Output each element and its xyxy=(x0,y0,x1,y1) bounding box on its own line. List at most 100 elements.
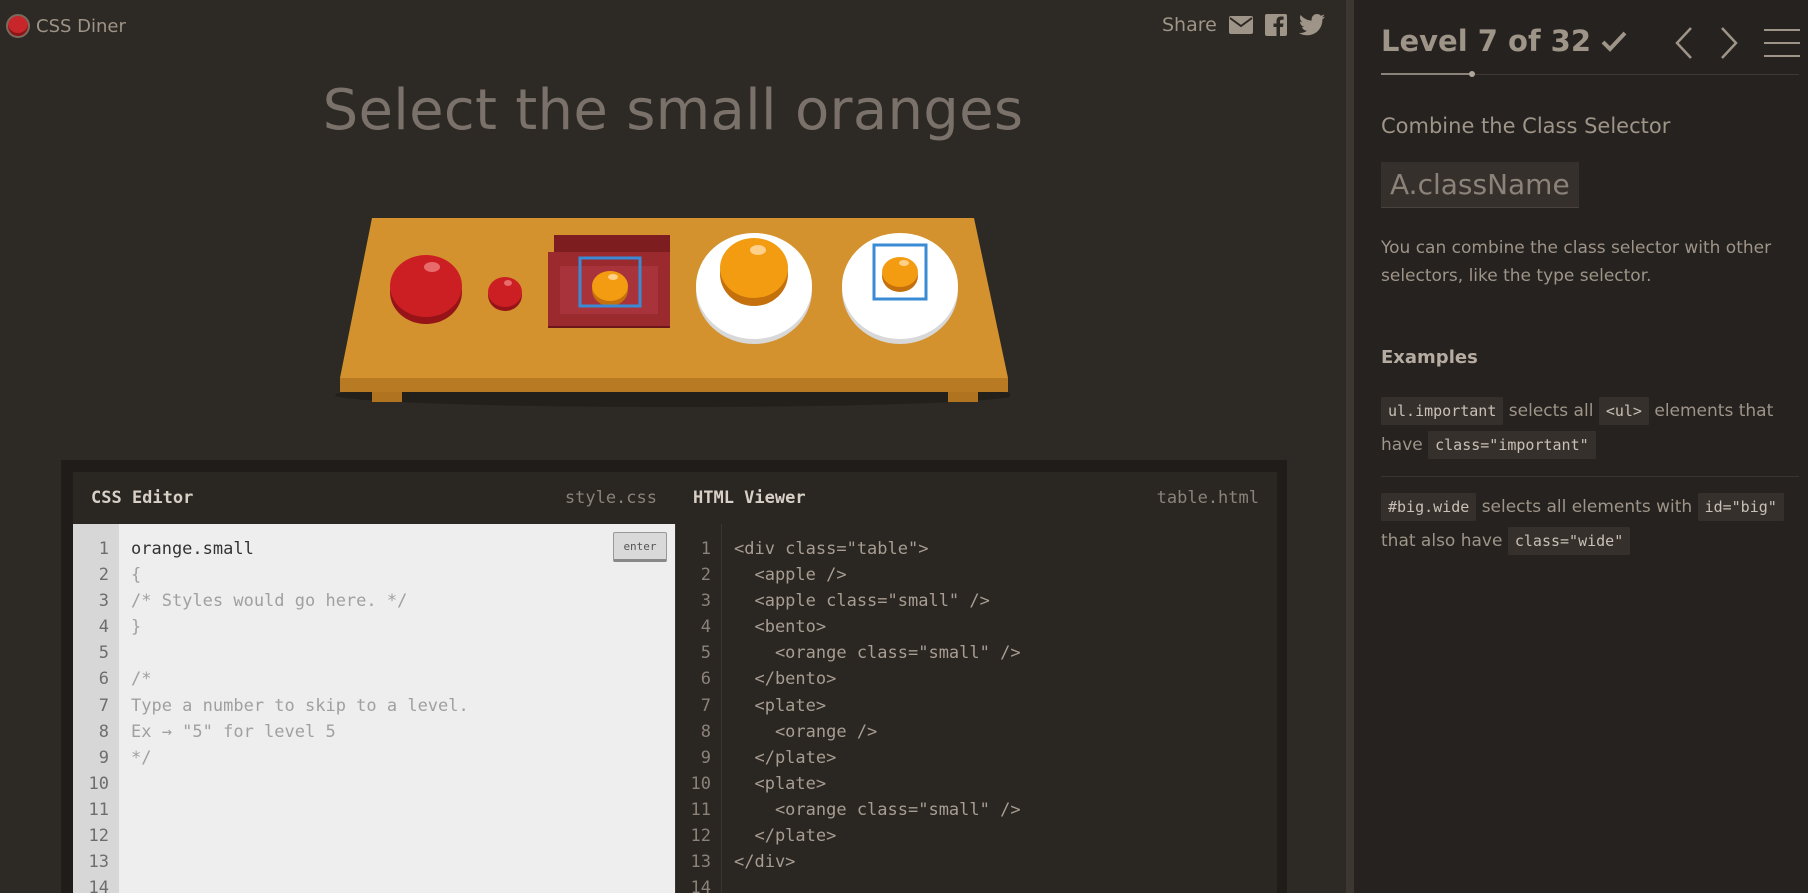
html-viewer-filename: table.html xyxy=(1156,488,1259,508)
html-code-line[interactable]: <bento> xyxy=(734,614,1277,640)
line-number: 4 xyxy=(98,617,109,638)
html-code-line[interactable]: </bento> xyxy=(734,666,1277,692)
html-code-line[interactable]: <orange class="small" /> xyxy=(734,640,1277,666)
line-number: 5 xyxy=(700,643,711,664)
share-label: Share xyxy=(1162,14,1217,36)
html-viewer-pane: HTML Viewer table.html 1 2 3 4 5 6 7 8 9 10 11 12 13… xyxy=(675,472,1277,893)
css-editor-filename: style.css xyxy=(564,488,657,508)
css-editor-pane: CSS Editor style.css 1 2 3 4 5 6 7 8 9 10 11 12 13 14… xyxy=(73,472,675,893)
orange-large-plate[interactable] xyxy=(720,238,788,306)
line-number: 6 xyxy=(700,669,711,690)
html-code: <div class="table"> <apple /> <apple cla… xyxy=(734,536,1277,875)
level-indicator: Level 7 of 32 xyxy=(1381,24,1592,58)
example-separator xyxy=(1381,476,1799,477)
html-code-line[interactable]: <orange class="small" /> xyxy=(734,797,1277,823)
editor: CSS Editor style.css 1 2 3 4 5 6 7 8 9 10 11 12 13 14… xyxy=(61,460,1287,893)
level-instructions: Select the small oranges xyxy=(322,78,1024,143)
line-number: 12 xyxy=(88,826,109,847)
html-viewer-header: HTML Viewer table.html xyxy=(675,472,1277,524)
line-number: 10 xyxy=(690,773,711,794)
table-leg-left xyxy=(372,392,402,402)
selector-hint: You can combine the class selector with … xyxy=(1381,238,1772,286)
sidebar: Level 7 of 32 Combine the Class Selector… xyxy=(1354,0,1808,893)
line-number: 1 xyxy=(700,539,711,559)
line-number: 10 xyxy=(88,773,109,794)
html-viewer-body: 1 2 3 4 5 6 7 8 9 10 11 12 13 14 <div class="table"> … xyxy=(675,524,1277,893)
css-selector-input[interactable]: orange.small xyxy=(131,536,675,562)
html-code-line[interactable]: <orange /> xyxy=(734,719,1277,745)
css-editor-title: CSS Editor xyxy=(91,488,194,508)
line-number: 13 xyxy=(690,852,711,873)
html-code-line[interactable]: <plate> xyxy=(734,771,1277,797)
html-line-numbers: 1 2 3 4 5 6 7 8 9 10 11 12 13 14 xyxy=(676,524,722,893)
css-code: orange.small { /* Styles would go here. *… xyxy=(131,536,675,771)
example-code: #big.wide xyxy=(1381,493,1477,521)
css-code-line: Ex → "5" for level 5 xyxy=(131,721,336,742)
mail-icon[interactable] xyxy=(1228,16,1253,34)
brand[interactable]: CSS Diner xyxy=(6,14,126,38)
examples-title: Examples xyxy=(1381,347,1478,368)
example-code: id="big" xyxy=(1697,493,1784,521)
menu-icon[interactable] xyxy=(1764,28,1800,58)
line-number: 13 xyxy=(88,852,109,873)
dining-table xyxy=(335,218,1010,407)
selector-syntax: A.className xyxy=(1381,162,1579,208)
css-code-line xyxy=(131,640,675,666)
html-code-line[interactable]: <div class="table"> xyxy=(734,536,1277,562)
css-line-numbers: 1 2 3 4 5 6 7 8 9 10 11 12 13 14 xyxy=(73,524,119,893)
css-code-line: } xyxy=(131,617,142,638)
html-code-line[interactable]: <apple /> xyxy=(734,562,1277,588)
line-number: 6 xyxy=(98,669,109,690)
css-code-line: Type a number to skip to a level. xyxy=(131,695,469,716)
level-progress-marker xyxy=(1469,71,1476,77)
css-code-line: { xyxy=(131,565,142,586)
line-number: 12 xyxy=(690,826,711,847)
level-progress-bar xyxy=(1381,71,1799,77)
selector-name: Combine the Class Selector xyxy=(1381,114,1671,138)
enter-button[interactable]: enter xyxy=(613,532,667,562)
line-number: 3 xyxy=(700,591,711,612)
line-number: 8 xyxy=(98,721,109,742)
pane-divider[interactable] xyxy=(1346,0,1354,893)
brand-name: CSS Diner xyxy=(36,15,126,37)
css-code-line: */ xyxy=(131,747,152,768)
html-viewer-title: HTML Viewer xyxy=(693,488,806,508)
html-code-line[interactable]: </plate> xyxy=(734,823,1277,849)
html-code-line[interactable]: </plate> xyxy=(734,745,1277,771)
table-front xyxy=(340,378,1008,392)
example-text: selects all elements with xyxy=(1481,497,1693,517)
line-number: 9 xyxy=(700,747,711,768)
next-level-icon[interactable] xyxy=(1718,26,1740,60)
css-diner-logo-icon xyxy=(6,14,30,38)
line-number: 8 xyxy=(700,721,711,742)
apple-small[interactable] xyxy=(488,277,522,311)
css-code-line: /* Styles would go here. */ xyxy=(131,591,408,612)
facebook-icon[interactable] xyxy=(1264,14,1287,36)
table-leg-right xyxy=(948,392,978,402)
html-code-line[interactable]: </div> xyxy=(734,849,1277,875)
example-1: ul.important selects all <ul> elements t… xyxy=(1381,394,1799,462)
line-number: 1 xyxy=(98,539,109,559)
line-number: 2 xyxy=(98,565,109,586)
line-number: 5 xyxy=(98,643,109,664)
level-progress-fill xyxy=(1381,73,1473,75)
css-code-line: /* xyxy=(131,669,152,690)
line-number: 14 xyxy=(88,878,109,893)
twitter-icon[interactable] xyxy=(1298,14,1325,36)
line-number: 9 xyxy=(98,747,109,768)
apple-large[interactable] xyxy=(390,255,462,324)
example-code: ul.important xyxy=(1381,397,1504,425)
game-area: CSS Diner Share Select the small oranges xyxy=(0,0,1346,893)
html-code-line[interactable]: <plate> xyxy=(734,693,1277,719)
line-number: 7 xyxy=(700,695,711,716)
css-editor-body[interactable]: 1 2 3 4 5 6 7 8 9 10 11 12 13 14 orange.small {/* Sty… xyxy=(73,524,675,893)
level-header[interactable]: Level 7 of 32 xyxy=(1381,24,1627,58)
checkmark-icon xyxy=(1601,31,1627,52)
html-code-line[interactable]: <apple class="small" /> xyxy=(734,588,1277,614)
line-number: 11 xyxy=(690,799,711,820)
line-number: 7 xyxy=(98,695,109,716)
example-text: selects all xyxy=(1508,401,1594,421)
line-number: 2 xyxy=(700,565,711,586)
previous-level-icon[interactable] xyxy=(1673,26,1695,60)
css-editor-header: CSS Editor style.css xyxy=(73,472,675,524)
